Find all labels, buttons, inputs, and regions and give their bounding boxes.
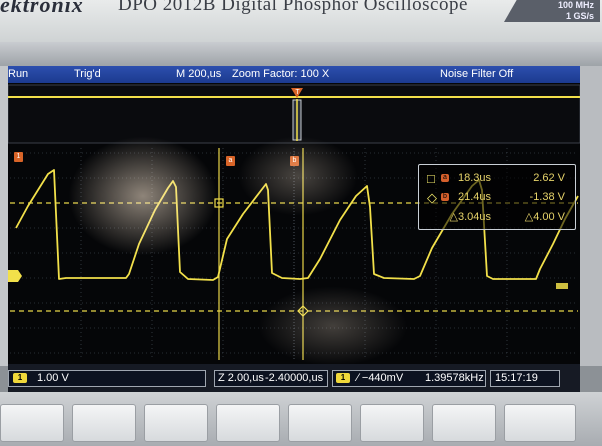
zoom-scale-box[interactable]: Z 2.00,us -2.40000,us [214,370,328,387]
bezel-right [580,42,602,366]
cursor-b-tag: b [441,193,449,201]
bezel-left [0,42,8,366]
zoom-position: -2.40000,us [265,372,324,384]
spec-bandwidth: 100 MHz [557,0,594,10]
brand-logo: ektronix [0,0,84,17]
ch1-badge: 1 [13,373,27,383]
trigger-level: ∕ −440mV [357,372,404,384]
cursor-a-tag: a [441,174,449,182]
cursor-a-time: 18.3us [457,172,491,184]
cursor-readout[interactable]: □ a 18.3us 2.62 V ◇ b 21.4us -1.38 V △3.… [418,164,576,230]
cursor-a-marker[interactable]: a [226,156,235,166]
model-name: DPO 2012B Digital Phosphor Oscilloscope [118,0,468,15]
softkey-4[interactable] [216,404,280,442]
trigger-frequency: 1.39578kHz [425,372,484,384]
softkey-8[interactable] [504,404,576,442]
ch1-scale: 1.00 V [37,372,69,384]
cursor-a-volt: 2.62 V [533,172,565,184]
ch1-scale-box[interactable]: 1 1.00 V [8,370,206,387]
trigger-level-marker[interactable] [556,283,568,289]
trigger-box[interactable]: 1 ∕ −440mV 1.39578kHz [332,370,486,387]
instrument-top-panel: ektronix DPO 2012B Digital Phosphor Osci… [0,0,602,42]
delta-time: △3.04us [449,211,492,223]
readout-row-b: ◇ b 21.4us -1.38 V [419,190,575,206]
spec-badge: 100 MHz 1 GS/s [504,0,600,22]
softkey-2[interactable] [72,404,136,442]
bezel-top [0,42,602,66]
softkey-5[interactable] [288,404,352,442]
readout-row-a: □ a 18.3us 2.62 V [419,171,575,187]
square-icon: □ [427,171,435,186]
clock-time: 15:17:19 [495,372,538,384]
trigger-ch-badge: 1 [336,373,350,383]
diamond-icon: ◇ [427,190,437,205]
softkey-6[interactable] [360,404,424,442]
spec-sample-rate: 1 GS/s [565,11,594,21]
cursor-b-marker[interactable]: b [290,156,299,166]
readout-row-delta: △3.04us △4.00 V [419,209,575,225]
cursor-b-time: 21.4us [457,191,491,203]
clock-box: 15:17:19 [490,370,560,387]
softkey-1[interactable] [0,404,64,442]
cursor-b-volt: -1.38 V [529,191,565,203]
channel-1-marker: 1 [14,152,23,162]
zoom-scale: Z 2.00,us [218,372,264,384]
softkey-7[interactable] [432,404,496,442]
ch1-ground-marker[interactable] [8,270,22,282]
trigger-position-marker: T [295,89,300,96]
delta-volt: △4.00 V [524,211,565,223]
softkey-3[interactable] [144,404,208,442]
oscilloscope-screen: Run Trig'd M 200,us Zoom Factor: 100 X N… [8,66,580,392]
bottom-status-bar: 1 1.00 V Z 2.00,us -2.40000,us 1 ∕ −440m… [8,364,580,392]
